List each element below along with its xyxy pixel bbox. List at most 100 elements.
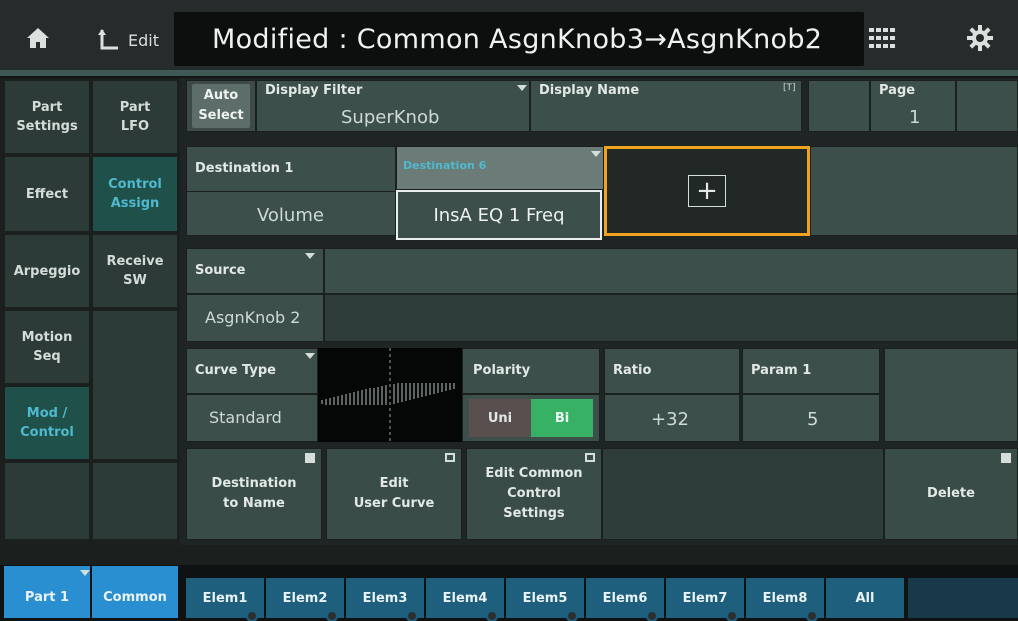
element-status-dot xyxy=(406,610,418,621)
destination-6-header[interactable]: Destination 6 xyxy=(396,146,604,190)
nav-empty-right-2 xyxy=(92,462,178,540)
nav-control-assign[interactable]: Control Assign xyxy=(92,156,178,232)
tab-all[interactable]: All xyxy=(826,578,904,618)
polarity-label: Polarity xyxy=(473,363,531,378)
add-icon: + xyxy=(688,175,726,207)
delete-button[interactable]: Delete xyxy=(884,448,1018,540)
auto-select-container: Auto Select xyxy=(186,80,256,132)
dropdown-arrow-icon xyxy=(80,570,90,576)
page-field[interactable]: Page 1 xyxy=(870,80,956,132)
tab-elem2-label: Elem2 xyxy=(282,590,328,606)
popup-window-icon xyxy=(585,453,595,462)
param-empty-cell xyxy=(884,348,1018,442)
tab-elem7-label: Elem7 xyxy=(682,590,728,606)
tab-elem3-label: Elem3 xyxy=(362,590,408,606)
curve-graph xyxy=(318,348,462,442)
ratio-header: Ratio xyxy=(604,348,740,394)
tab-elem3[interactable]: Elem3 xyxy=(346,578,424,621)
destination-to-name-button[interactable]: Destination to Name xyxy=(186,448,322,540)
edit-user-curve-label: Edit User Curve xyxy=(353,476,435,511)
param-1-value: 5 xyxy=(807,409,819,430)
bottom-gap xyxy=(0,545,1018,565)
header-empty-cell xyxy=(808,80,870,132)
button-row-empty xyxy=(602,448,884,540)
run-icon xyxy=(305,453,315,463)
tab-elem8[interactable]: Elem8 xyxy=(746,578,824,621)
element-status-dot xyxy=(486,610,498,621)
curve-type-header[interactable]: Curve Type xyxy=(186,348,318,394)
element-status-dot xyxy=(326,610,338,621)
destination-empty-cell xyxy=(810,146,1018,236)
edit-common-control-settings-label: Edit Common Control Settings xyxy=(485,466,583,521)
nav-motion-seq[interactable]: Motion Seq xyxy=(4,310,90,384)
curve-type-value-field[interactable]: Standard xyxy=(186,394,318,442)
polarity-header: Polarity xyxy=(462,348,600,394)
dropdown-arrow-icon xyxy=(305,253,315,259)
source-value-field[interactable]: AsgnKnob 2 xyxy=(186,294,324,342)
source-header[interactable]: Source xyxy=(186,248,324,294)
add-destination-button[interactable]: + xyxy=(604,146,810,236)
destination-6-value-box[interactable]: InsA EQ 1 Freq xyxy=(396,190,602,240)
polarity-uni-button[interactable]: Uni xyxy=(469,399,531,437)
tab-elem6-label: Elem6 xyxy=(602,590,648,606)
tab-elem6[interactable]: Elem6 xyxy=(586,578,664,621)
nav-part-settings[interactable]: Part Settings xyxy=(4,80,90,154)
element-status-dot xyxy=(246,610,258,621)
popup-window-icon xyxy=(445,453,455,462)
tab-common-label: Common xyxy=(103,589,167,605)
tab-elem5-label: Elem5 xyxy=(522,590,568,606)
source-value-empty xyxy=(324,294,1018,342)
divider xyxy=(187,191,395,192)
tab-elem7[interactable]: Elem7 xyxy=(666,578,744,621)
edit-common-control-settings-button[interactable]: Edit Common Control Settings xyxy=(466,448,602,540)
settings-button[interactable] xyxy=(960,20,1000,56)
curve-type-label: Curve Type xyxy=(195,363,276,378)
tab-elem2[interactable]: Elem2 xyxy=(266,578,344,621)
element-status-dot xyxy=(646,610,658,621)
tab-all-label: All xyxy=(855,590,875,606)
polarity-bi-button[interactable]: Bi xyxy=(531,399,593,437)
grid-button[interactable] xyxy=(865,24,899,52)
tab-common[interactable]: Common xyxy=(92,566,178,618)
ratio-value: +32 xyxy=(651,409,689,430)
element-status-dot xyxy=(726,610,738,621)
tab-elem4[interactable]: Elem4 xyxy=(426,578,504,621)
home-button[interactable] xyxy=(18,18,58,58)
auto-select-button[interactable]: Auto Select xyxy=(192,84,250,128)
destination-1-field[interactable]: Destination 1 Volume xyxy=(186,146,396,236)
nav-empty-left xyxy=(4,462,90,540)
text-entry-icon: [T] xyxy=(783,83,796,93)
nav-effect[interactable]: Effect xyxy=(4,156,90,232)
edit-user-curve-button[interactable]: Edit User Curve xyxy=(326,448,462,540)
param-1-value-field[interactable]: 5 xyxy=(742,394,880,442)
destination-6-value: InsA EQ 1 Freq xyxy=(433,204,565,226)
destination-1-label: Destination 1 xyxy=(195,161,294,176)
display-filter-label: Display Filter xyxy=(265,83,363,98)
nav-receive-sw[interactable]: Receive SW xyxy=(92,234,178,308)
display-filter-value: SuperKnob xyxy=(341,107,440,128)
tab-elem5[interactable]: Elem5 xyxy=(506,578,584,621)
page-value: 1 xyxy=(909,107,921,128)
delete-label: Delete xyxy=(927,486,975,501)
destination-1-value: Volume xyxy=(257,205,324,226)
display-filter-field[interactable]: Display Filter SuperKnob xyxy=(256,80,530,132)
modified-toast: Modified : Common AsgnKnob3→AsgnKnob2 xyxy=(174,12,864,66)
display-name-field[interactable]: Display Name [T] xyxy=(530,80,802,132)
tab-part-1[interactable]: Part 1 xyxy=(4,566,90,618)
element-status-dot xyxy=(806,610,818,621)
grid-icon xyxy=(869,28,895,48)
dropdown-arrow-icon xyxy=(517,85,527,91)
polarity-control: Uni Bi xyxy=(462,394,600,442)
nav-part-lfo[interactable]: Part LFO xyxy=(92,80,178,154)
param-1-header: Param 1 xyxy=(742,348,880,394)
nav-empty-right-1 xyxy=(92,310,178,460)
edit-back-button[interactable]: Edit xyxy=(98,22,159,58)
nav-arpeggio[interactable]: Arpeggio xyxy=(4,234,90,308)
destination-6-label: Destination 6 xyxy=(403,159,487,172)
element-status-dot xyxy=(566,610,578,621)
tab-elem1[interactable]: Elem1 xyxy=(186,578,264,621)
ratio-value-field[interactable]: +32 xyxy=(604,394,740,442)
display-name-label: Display Name xyxy=(539,83,640,98)
nav-mod-control[interactable]: Mod / Control xyxy=(4,386,90,460)
tab-part-1-label: Part 1 xyxy=(24,589,70,605)
